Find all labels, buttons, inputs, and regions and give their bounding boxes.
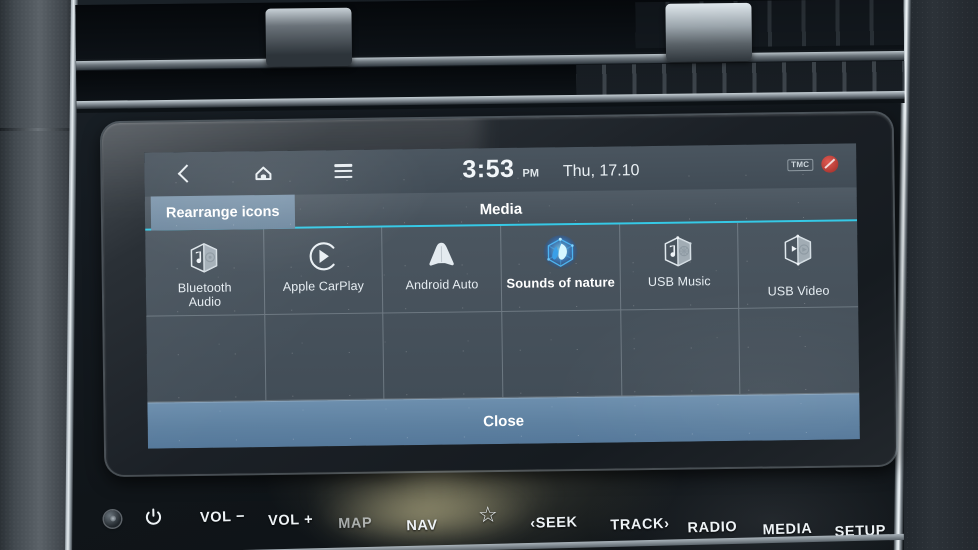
hardware-row-glare: [307, 478, 539, 550]
clock: 3:53 PM Thu, 17.10: [462, 153, 639, 184]
media-app-grid: Bluetooth Audio Apple CarPlay Android Au…: [145, 221, 860, 403]
app-label: USB Video: [767, 283, 830, 299]
app-tile-empty: [264, 313, 385, 402]
radio-button[interactable]: RADIO: [687, 519, 737, 536]
clock-date: Thu, 17.10: [562, 162, 640, 181]
track-button[interactable]: TRACK›: [610, 516, 670, 534]
traffic-muted-icon: [821, 155, 839, 173]
app-label-line1: Bluetooth: [177, 280, 232, 296]
vent-direction-knob-right[interactable]: [665, 2, 753, 62]
rearrange-icons-button[interactable]: Rearrange icons: [150, 194, 295, 231]
infotainment-screen[interactable]: 3:53 PM Thu, 17.10 TMC Media Rearrange i…: [144, 143, 860, 449]
volume-knob[interactable]: [103, 510, 122, 528]
nav-button[interactable]: NAV: [406, 517, 438, 534]
hamburger-menu-icon[interactable]: [332, 161, 354, 183]
vol-down-button[interactable]: VOL −: [200, 509, 245, 526]
close-button[interactable]: Close: [147, 393, 860, 449]
seek-button[interactable]: ‹SEEK: [530, 515, 578, 532]
map-button[interactable]: MAP: [338, 515, 372, 532]
app-label: Sounds of nature: [506, 274, 616, 291]
menu-line: [334, 164, 353, 167]
app-tile-empty: [383, 311, 504, 400]
home-icon[interactable]: [252, 162, 274, 184]
app-tile-apple-carplay[interactable]: Apple CarPlay: [263, 227, 384, 316]
app-label: Android Auto: [405, 277, 479, 293]
nav-icon-group: [144, 161, 354, 186]
app-tile-empty: [620, 308, 741, 397]
vent-direction-knob-left[interactable]: [265, 7, 353, 67]
app-label-line2: Audio: [188, 294, 222, 310]
star-favorites-icon[interactable]: ☆: [478, 502, 498, 528]
air-vents: [75, 0, 905, 114]
apple-carplay-icon: [301, 235, 346, 278]
vol-up-button[interactable]: VOL +: [268, 512, 313, 529]
app-label: Apple CarPlay: [282, 278, 365, 294]
app-tile-sounds-of-nature[interactable]: Sounds of nature: [501, 224, 621, 312]
head-unit-bezel: 3:53 PM Thu, 17.10 TMC Media Rearrange i…: [101, 112, 897, 476]
app-tile-usb-music[interactable]: USB Music: [619, 222, 740, 311]
app-tile-empty: [146, 315, 267, 403]
tmc-badge: TMC: [787, 158, 814, 171]
menu-line: [334, 175, 353, 179]
dashboard-left-trim: [0, 0, 76, 550]
status-indicators: TMC: [787, 155, 839, 174]
sounds-of-nature-icon: [538, 232, 583, 275]
app-label: Bluetooth Audio: [178, 281, 232, 310]
app-tile-android-auto[interactable]: Android Auto: [382, 225, 503, 314]
bluetooth-audio-cube-icon: [182, 237, 227, 280]
menu-line: [334, 169, 353, 173]
clock-time: 3:53: [462, 154, 515, 184]
clock-ampm: PM: [522, 167, 540, 180]
power-icon[interactable]: [144, 507, 164, 527]
usb-music-cube-icon: [657, 230, 702, 273]
android-auto-icon: [419, 233, 464, 276]
car-dashboard-photo: 3:53 PM Thu, 17.10 TMC Media Rearrange i…: [0, 0, 978, 550]
app-tile-bluetooth-audio[interactable]: Bluetooth Audio: [145, 229, 265, 317]
app-label: USB Music: [647, 274, 711, 290]
app-tile-empty: [502, 310, 623, 398]
dashboard-seam: [0, 128, 76, 131]
app-tile-empty: [739, 307, 860, 395]
usb-video-cube-icon: [776, 229, 821, 272]
back-chevron-icon[interactable]: [172, 163, 194, 185]
app-tile-usb-video[interactable]: USB Video: [738, 221, 859, 309]
